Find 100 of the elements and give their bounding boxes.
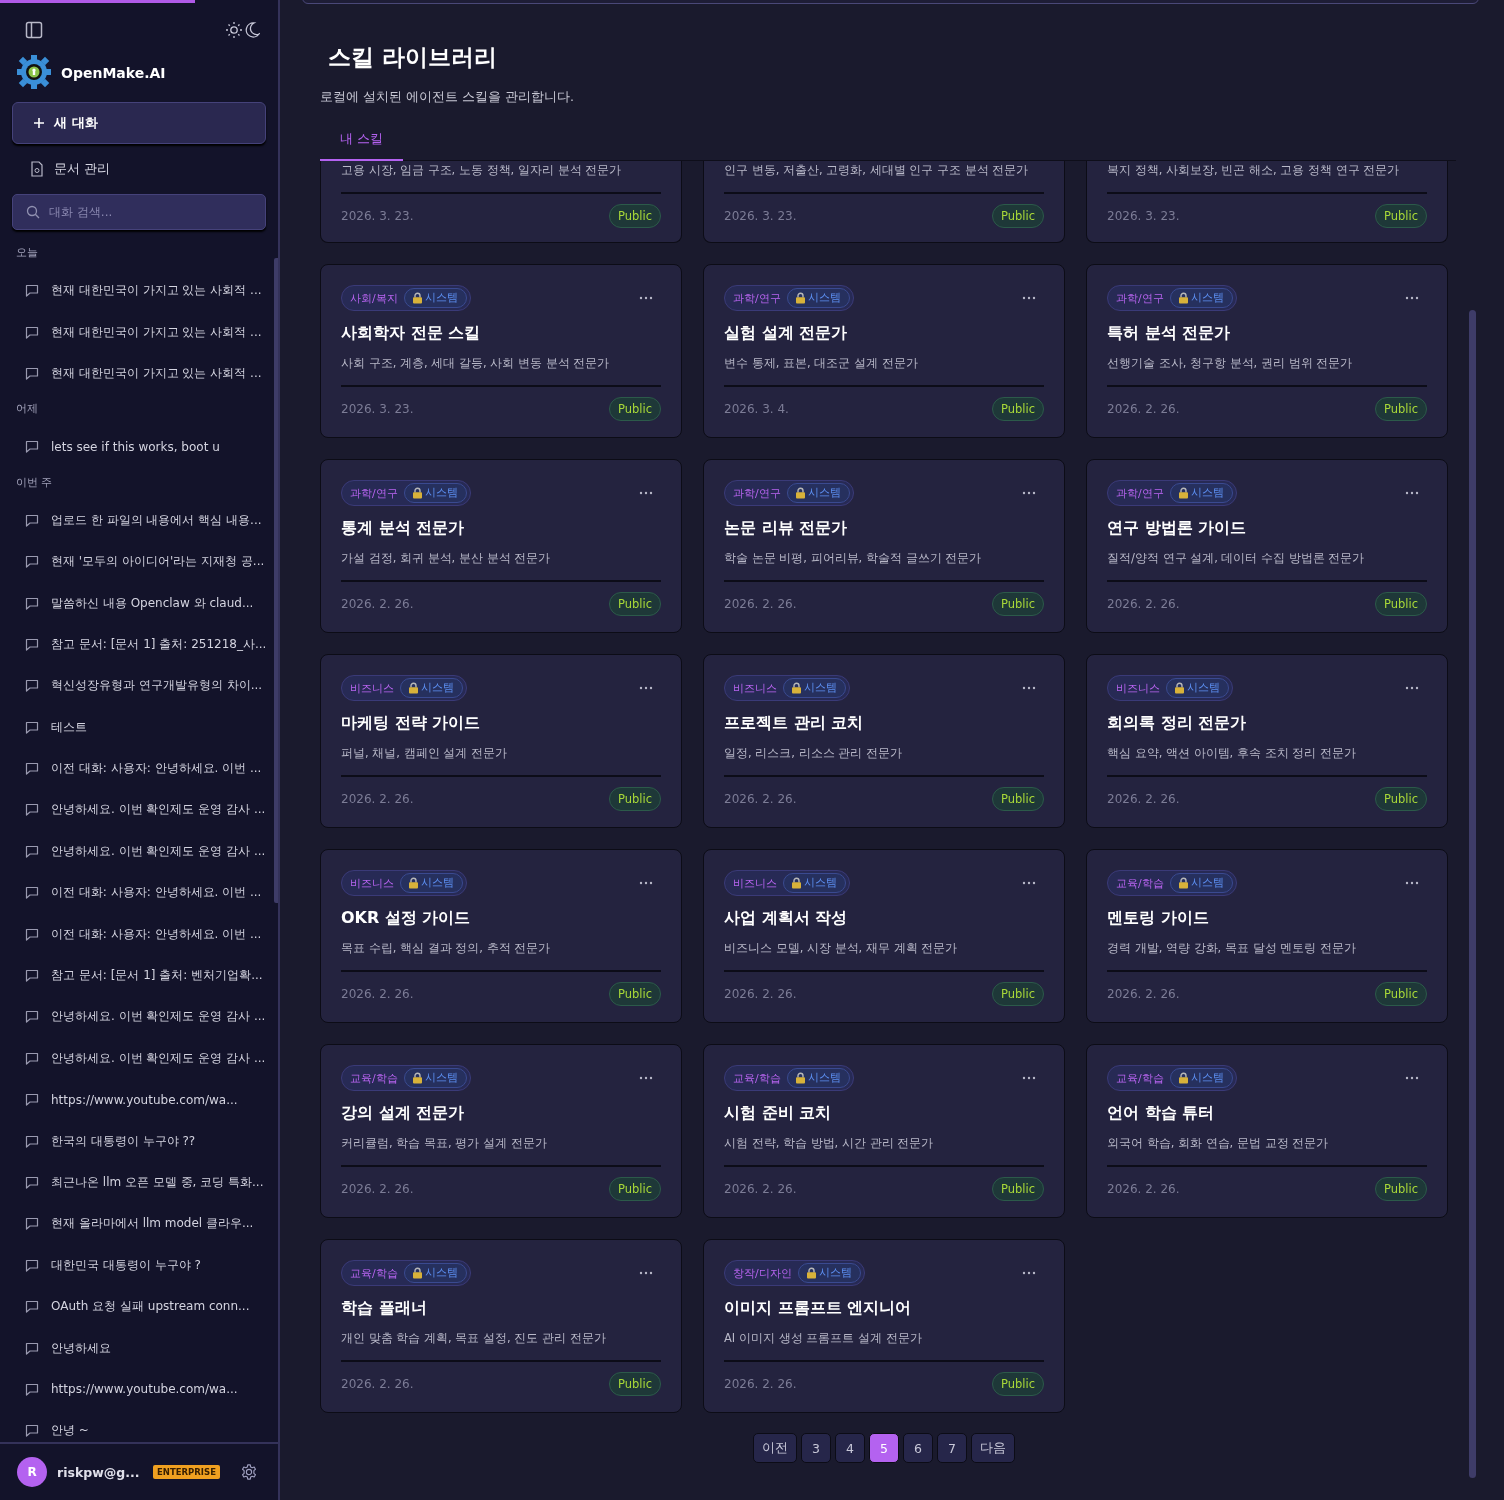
skill-card[interactable]: 과학/연구 시스템 통계 분석 전문가 가설 검정, 회귀 분석, 분산 분석 전문가 2026. 2. 26. Public [320,459,682,633]
conversation-item[interactable]: 참고 문서: [문서 1] 출처: 벤처기업확... [0,954,278,997]
more-icon[interactable] [1405,686,1419,690]
more-icon[interactable] [1022,491,1036,495]
skill-card[interactable]: 비즈니스 시스템 OKR 설정 가이드 목표 수립, 핵심 결과 정의, 추적 전문가 2026. 2. 26. Public [320,849,682,1023]
skill-card[interactable]: 인구 변동, 저출산, 고령화, 세대별 인구 구조 분석 전문가 2026. 3. 23. Public [703,161,1065,243]
more-icon[interactable] [1022,1271,1036,1275]
visibility-tag: Public [991,982,1044,1006]
more-icon[interactable] [639,1271,653,1275]
chat-bubble-icon [25,513,39,527]
more-icon[interactable] [1022,686,1036,690]
skill-card[interactable]: 복지 정책, 사회보장, 빈곤 해소, 고용 정책 연구 전문가 2026. 3. 23. Public [1086,161,1448,243]
conversation-item[interactable]: 이전 대화: 사용자: 안녕하세요. 이번 ... [0,913,278,955]
documents-link[interactable]: 문서 관리 [0,144,278,194]
conversation-item[interactable]: 참고 문서: [문서 1] 출처: 251218_사... [0,623,278,666]
skill-card[interactable]: 과학/연구 시스템 연구 방법론 가이드 질적/양적 연구 설계, 데이터 수집 방법론 전문가 2026. 2. 26. Public [1086,459,1448,633]
more-icon[interactable] [1405,491,1419,495]
visibility-tag: Public [608,592,661,616]
skill-card[interactable]: 교육/학습 시스템 학습 플래너 개인 맞춤 학습 계획, 목표 설정, 진도 관리 전문가 2026. 2. 26. Public [320,1239,682,1413]
more-icon[interactable] [1022,296,1036,300]
skill-title: 학습 플래너 [341,1298,428,1319]
conversation-item[interactable]: 대한민국 대통령이 누구야 ? [0,1244,278,1286]
chat-bubble-icon [25,596,39,610]
more-icon[interactable] [1405,1076,1419,1080]
more-icon[interactable] [1022,881,1036,885]
page-button[interactable]: 6 [903,1433,933,1463]
skill-title: OKR 설정 가이드 [341,908,472,929]
page-button[interactable]: 7 [937,1433,967,1463]
more-icon[interactable] [639,491,653,495]
conversation-item[interactable]: lets see if this works, boot u [0,426,278,468]
skill-card[interactable]: 고용 시장, 임금 구조, 노동 정책, 일자리 분석 전문가 2026. 3. 23. Public [320,161,682,243]
conversation-item[interactable]: 업로드 한 파일의 내용에서 핵심 내용... [0,499,278,541]
skill-card[interactable]: 비즈니스 시스템 회의록 정리 전문가 핵심 요약, 액션 아이템, 후속 조치 정리 전문가 2026. 2. 26. Public [1086,654,1448,828]
visibility-tag: Public [608,1372,661,1396]
conversation-item[interactable]: 현재 대한민국이 가지고 있는 사회적 ... [0,270,278,312]
conversation-item[interactable]: 안녕하세요. 이번 확인제도 운영 감사 ... [0,996,278,1038]
more-icon[interactable] [1022,1076,1036,1080]
skill-card[interactable]: 비즈니스 시스템 마케팅 전략 가이드 퍼널, 채널, 캠페인 설계 전문가 2026. 2. 26. Public [320,654,682,828]
skill-card[interactable]: 과학/연구 시스템 논문 리뷰 전문가 학술 논문 비평, 피어리뷰, 학술적 글쓰기 전문가 2026. 2. 26. Public [703,459,1065,633]
more-icon[interactable] [1405,296,1419,300]
conversation-item[interactable]: 안녕하세요. 이번 확인제도 운영 감사 ... [0,830,278,873]
conversation-item[interactable]: 혁신성장유형과 연구개발유형의 차이... [0,665,278,707]
conversation-item[interactable]: 이전 대화: 사용자: 안녕하세요. 이번 ... [0,747,278,790]
more-icon[interactable] [639,881,653,885]
conversation-item[interactable]: 최근나온 llm 오픈 모델 중, 코딩 특화... [0,1161,278,1204]
user-name: riskpw@g... [57,1464,141,1480]
conversation-item[interactable]: OAuth 요청 실패 upstream conn... [0,1286,278,1328]
sidebar-toggle-icon[interactable] [24,20,44,40]
more-icon[interactable] [639,1076,653,1080]
skill-card[interactable]: 비즈니스 시스템 프로젝트 관리 코치 일정, 리스크, 리소스 관리 전문가 2026. 2. 26. Public [703,654,1065,828]
skill-card[interactable]: 사회/복지 시스템 사회학자 전문 스킬 사회 구조, 계층, 세대 갈등, 사회 변동 분석 전문가 2026. 3. 23. Public [320,264,682,438]
conversation-item[interactable]: https://www.youtube.com/wa... [0,1368,278,1411]
chat-bubble-icon [25,284,39,298]
skill-card[interactable]: 교육/학습 시스템 강의 설계 전문가 커리큘럼, 학습 목표, 평가 설계 전문가 2026. 2. 26. Public [320,1044,682,1218]
lock-icon [791,877,802,889]
conversation-item[interactable]: 테스트 [0,706,278,748]
lock-icon [1177,292,1189,304]
conversation-item[interactable]: 안녕하세요 [0,1327,278,1369]
page-button[interactable]: 이전 [753,1433,797,1463]
skill-title: 언어 학습 튜터 [1107,1103,1216,1124]
conversation-item[interactable]: 현재 '모두의 아이디어'라는 지재청 공... [0,540,278,583]
skill-card[interactable]: 과학/연구 시스템 실험 설계 전문가 변수 통제, 표본, 대조군 설계 전문가 2026. 3. 4. Public [703,264,1065,438]
skill-card[interactable]: 창작/디자인 시스템 이미지 프롬프트 엔지니어 AI 이미지 생성 프롬프트 설계 전문가 2026. 2. 26. Public [703,1239,1065,1413]
scrollbar-thumb[interactable] [1469,310,1476,1478]
search-field[interactable]: 대화 검색... [12,194,266,230]
conversation-item[interactable]: 안녕 ~ [0,1410,278,1442]
user-avatar[interactable]: R [17,1457,47,1487]
page-button[interactable]: 5 [869,1433,899,1463]
conversation-item[interactable]: 현재 대한민국이 가지고 있는 사회적 ... [0,352,278,395]
theme-toggle-icon[interactable] [226,21,260,39]
skill-description: 개인 맞춤 학습 계획, 목표 설정, 진도 관리 전문가 [341,1331,607,1346]
category-tag: 창작/디자인 [733,1265,792,1281]
skill-card[interactable]: 과학/연구 시스템 특허 분석 전문가 선행기술 조사, 청구항 분석, 권리 범위 전문가 2026. 2. 26. Public [1086,264,1448,438]
skill-card[interactable]: 비즈니스 시스템 사업 계획서 작성 비즈니스 모델, 시장 분석, 재무 계획 전문가 2026. 2. 26. Public [703,849,1065,1023]
skill-card[interactable]: 교육/학습 시스템 멘토링 가이드 경력 개발, 역량 강화, 목표 달성 멘토링 전문가 2026. 2. 26. Public [1086,849,1448,1023]
conversation-item[interactable]: 안녕하세요. 이번 확인제도 운영 감사 ... [0,789,278,831]
skill-date: 2026. 2. 26. [1107,792,1180,806]
settings-icon[interactable] [239,1463,258,1481]
category-tag: 비즈니스 [1116,680,1160,696]
conversation-item[interactable]: 이전 대화: 사용자: 안녕하세요. 이번 ... [0,872,278,914]
skill-card[interactable]: 교육/학습 시스템 언어 학습 튜터 외국어 학습, 회화 연습, 문법 교정 전문가 2026. 2. 26. Public [1086,1044,1448,1218]
skill-date: 2026. 2. 26. [724,1377,797,1391]
conversation-item[interactable]: 현재 대한민국이 가지고 있는 사회적 ... [0,311,278,353]
page-button[interactable]: 3 [801,1433,831,1463]
page-button[interactable]: 4 [835,1433,865,1463]
system-label: 시스템 [1190,876,1224,890]
conversation-item[interactable]: 안녕하세요. 이번 확인제도 운영 감사 ... [0,1037,278,1080]
page-button[interactable]: 다음 [971,1433,1015,1463]
new-chat-button[interactable]: 새 대화 [12,102,266,144]
more-icon[interactable] [639,296,653,300]
conversation-item[interactable]: 현재 올라마에서 llm model 클라우... [0,1203,278,1245]
visibility-tag: Public [1374,204,1427,228]
system-label: 시스템 [1190,291,1224,305]
skill-card[interactable]: 교육/학습 시스템 시험 준비 코치 시험 전략, 학습 방법, 시간 관리 전문가 2026. 2. 26. Public [703,1044,1065,1218]
more-icon[interactable] [639,686,653,690]
conversation-item[interactable]: 한국의 대통령이 누구야 ?? [0,1120,278,1162]
conversation-item[interactable]: https://www.youtube.com/wa... [0,1079,278,1121]
skill-description: 선행기술 조사, 청구항 분석, 권리 범위 전문가 [1107,356,1354,371]
conversation-item[interactable]: 말씀하신 내용 Openclaw 와 claud... [0,582,278,624]
more-icon[interactable] [1405,881,1419,885]
